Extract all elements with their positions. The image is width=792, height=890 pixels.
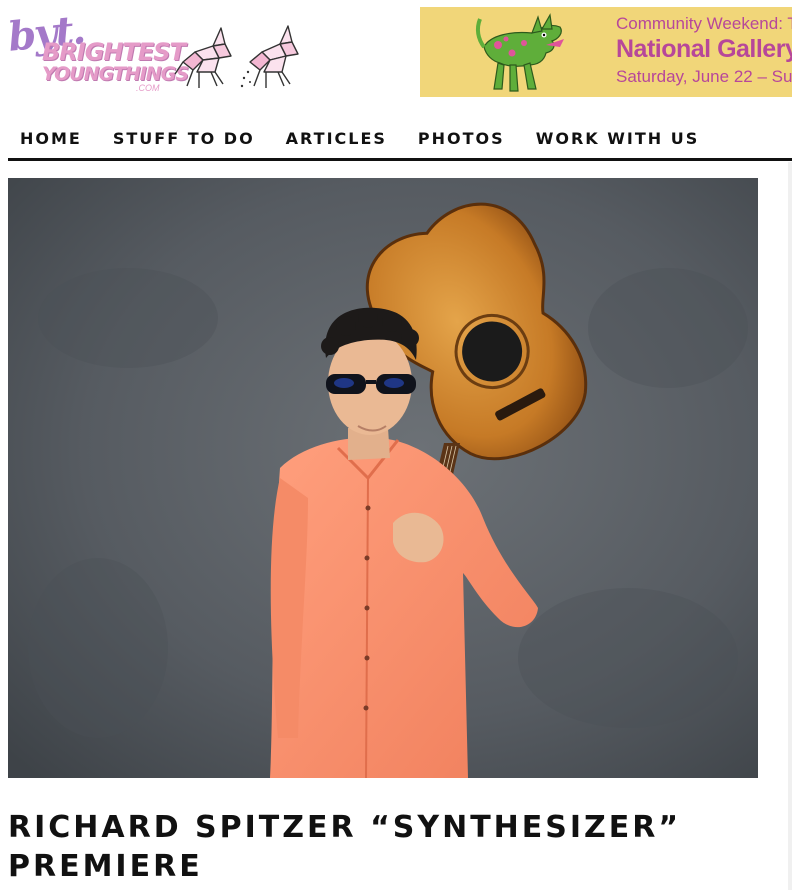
- logo-com-text: .COM: [136, 83, 160, 93]
- article-title: RICHARD SPITZER “SYNTHESIZER” PREMIERE: [8, 810, 682, 884]
- nav-stuff-to-do[interactable]: STUFF TO DO: [113, 129, 255, 148]
- article-hero-photo: [8, 178, 758, 778]
- logo-youngthings-text: YOUNGTHINGS: [42, 63, 189, 85]
- nav-work-with-us[interactable]: WORK WITH US: [536, 129, 700, 148]
- logo-brightest-text: BRIGHTEST: [42, 38, 186, 66]
- scrollbar-track[interactable]: [788, 162, 792, 890]
- unicorn-icon: [174, 27, 232, 88]
- nav-home[interactable]: HOME: [20, 129, 82, 148]
- main-nav: HOME STUFF TO DO ARTICLES PHOTOS WORK WI…: [8, 118, 792, 161]
- dog-figure-illustration: [475, 13, 564, 92]
- ad-banner[interactable]: Community Weekend: T National Gallery Sa…: [420, 7, 792, 97]
- nav-articles[interactable]: ARTICLES: [286, 129, 387, 148]
- site-logo[interactable]: byt. BRIGHTEST YOUNGTHINGS .COM: [6, 6, 300, 94]
- unicorn-icon: [240, 25, 299, 88]
- ad-headline: Community Weekend: T: [616, 14, 792, 33]
- ad-title: National Gallery: [616, 35, 792, 63]
- ad-date: Saturday, June 22 – Sun: [616, 67, 792, 86]
- nav-photos[interactable]: PHOTOS: [418, 129, 505, 148]
